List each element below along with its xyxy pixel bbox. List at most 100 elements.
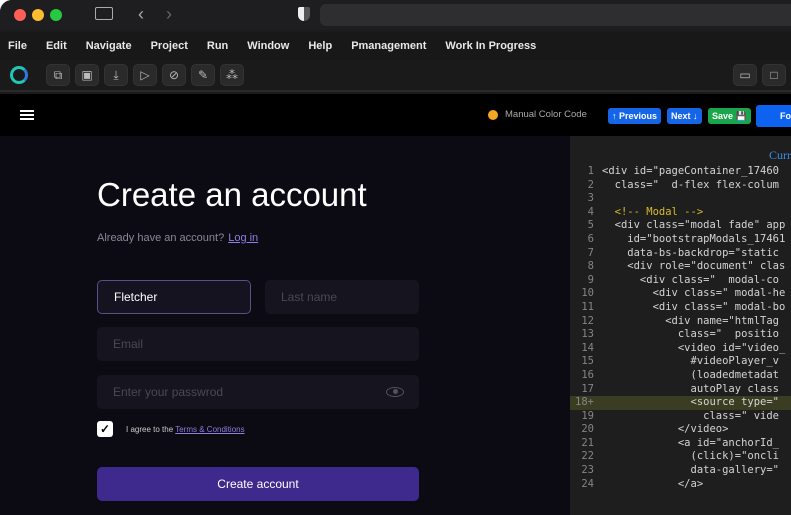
code-line: 8 <div role="document" clas xyxy=(570,260,791,274)
email-input[interactable]: Email xyxy=(97,327,419,361)
line-number: 8 xyxy=(587,260,594,273)
code-line: 4 <!-- Modal --> xyxy=(570,206,791,220)
code-line: 21 <a id="anchorId_ xyxy=(570,437,791,451)
code-line: 18+ <source type=" xyxy=(570,396,791,410)
line-text: </a> xyxy=(602,477,704,490)
save-icon[interactable]: ▣ xyxy=(75,64,99,86)
line-number: 18+ xyxy=(575,396,594,409)
login-prompt: Already have an account? Log in xyxy=(97,232,258,244)
line-text: (click)="oncli xyxy=(602,450,780,463)
agree-text: I agree to the xyxy=(126,425,174,434)
code-line: 6 id="bootstrapModals_17461 xyxy=(570,233,791,247)
menu-bar: File Edit Navigate Project Run Window He… xyxy=(0,32,791,60)
line-text: class=" vide xyxy=(602,409,780,422)
code-line: 1 <div id="pageContainer_17460 xyxy=(570,165,791,179)
menu-project[interactable]: Project xyxy=(151,40,188,52)
line-text: #videoPlayer_v xyxy=(602,355,780,368)
line-number: 11 xyxy=(581,300,594,313)
line-number: 16 xyxy=(581,368,594,381)
code-line: 16 (loadedmetadat xyxy=(570,369,791,383)
stop-icon[interactable]: ⊘ xyxy=(162,64,186,86)
eye-icon[interactable] xyxy=(386,387,404,397)
line-text: class=" positio xyxy=(602,328,780,341)
line-text: <div name="htmlTag xyxy=(602,314,780,327)
address-bar[interactable] xyxy=(320,4,791,26)
code-panel-header: Curr xyxy=(769,148,791,162)
manual-color-label: Manual Color Code xyxy=(505,109,587,120)
first-name-input[interactable]: Fletcher xyxy=(97,280,251,314)
code-line: 14 <video id="video_ xyxy=(570,342,791,356)
line-text: autoPlay class xyxy=(602,382,780,395)
components-icon[interactable]: ⁂ xyxy=(220,64,244,86)
app-logo-icon xyxy=(10,66,28,84)
save-button[interactable]: Save 💾 xyxy=(708,108,751,124)
copy-icon[interactable]: ⧉ xyxy=(46,64,70,86)
next-button[interactable]: Next ↓ xyxy=(667,108,702,124)
minimize-window-button[interactable] xyxy=(32,9,44,21)
download-icon[interactable]: ⤓ xyxy=(104,64,128,86)
line-number: 14 xyxy=(581,341,594,354)
previous-button[interactable]: ↑ Previous xyxy=(608,108,662,124)
code-line: 19 class=" vide xyxy=(570,410,791,424)
line-text: <a id="anchorId_ xyxy=(602,436,780,449)
zoom-window-button[interactable] xyxy=(50,9,62,21)
line-text: <!-- Modal --> xyxy=(602,205,704,218)
menu-navigate[interactable]: Navigate xyxy=(86,40,132,52)
fo-button[interactable]: Fo xyxy=(756,105,791,127)
line-number: 3 xyxy=(587,192,594,205)
login-link[interactable]: Log in xyxy=(228,232,258,244)
line-number: 10 xyxy=(581,287,594,300)
line-number: 4 xyxy=(587,205,594,218)
line-text: (loadedmetadat xyxy=(602,368,780,381)
forward-icon[interactable]: › xyxy=(166,5,172,23)
code-line: 12 <div name="htmlTag xyxy=(570,315,791,329)
sidebar-toggle-icon[interactable] xyxy=(95,7,113,20)
menu-file[interactable]: File xyxy=(8,40,27,52)
line-number: 22 xyxy=(581,450,594,463)
line-text: <video id="video_ xyxy=(602,341,786,354)
terms-link[interactable]: Terms & Conditions xyxy=(175,425,244,434)
shield-icon[interactable] xyxy=(298,7,310,21)
code-line: 10 <div class=" modal-he xyxy=(570,287,791,301)
line-text: </video> xyxy=(602,423,729,436)
edit-icon[interactable]: ✎ xyxy=(191,64,215,86)
play-icon[interactable]: ▷ xyxy=(133,64,157,86)
line-number: 5 xyxy=(587,219,594,232)
app-window: ‹ › File Edit Navigate Project Run Windo… xyxy=(0,0,791,515)
last-name-input[interactable]: Last name xyxy=(265,280,419,314)
line-text: <div class=" modal-bo xyxy=(602,300,786,313)
square-icon[interactable]: □ xyxy=(762,64,786,86)
page-title: Create an account xyxy=(97,176,367,213)
code-line: 24 </a> xyxy=(570,478,791,492)
menu-run[interactable]: Run xyxy=(207,40,228,52)
back-icon[interactable]: ‹ xyxy=(138,5,144,23)
password-input[interactable]: Enter your passwrod xyxy=(97,375,419,409)
line-text: class=" d-flex flex-colum xyxy=(602,178,780,191)
close-window-button[interactable] xyxy=(14,9,26,21)
menu-pmanagement[interactable]: Pmanagement xyxy=(351,40,426,52)
menu-edit[interactable]: Edit xyxy=(46,40,67,52)
code-line: 7 data-bs-backdrop="static xyxy=(570,247,791,261)
menu-work-in-progress[interactable]: Work In Progress xyxy=(445,40,536,52)
code-line: 23 data-gallery=" xyxy=(570,464,791,478)
create-account-button[interactable]: Create account xyxy=(97,467,419,501)
laptop-icon[interactable]: ▭ xyxy=(733,64,757,86)
code-line: 2 class=" d-flex flex-colum xyxy=(570,179,791,193)
line-number: 17 xyxy=(581,382,594,395)
code-editor[interactable]: 1 <div id="pageContainer_17460 2 class=" d… xyxy=(570,165,791,491)
hamburger-menu-icon[interactable] xyxy=(20,110,34,120)
line-number: 23 xyxy=(581,464,594,477)
line-number: 7 xyxy=(587,246,594,259)
code-line: 17 autoPlay class xyxy=(570,383,791,397)
code-line: 22 (click)="oncli xyxy=(570,450,791,464)
line-text: <div class="modal fade" app xyxy=(602,219,786,232)
menu-help[interactable]: Help xyxy=(308,40,332,52)
line-number: 19 xyxy=(581,409,594,422)
terms-checkbox[interactable]: ✓ xyxy=(97,421,113,437)
menu-window[interactable]: Window xyxy=(247,40,289,52)
line-text: <div class=" modal-he xyxy=(602,287,786,300)
line-text: id="bootstrapModals_17461 xyxy=(602,232,786,245)
line-number: 6 xyxy=(587,232,594,245)
code-line: 11 <div class=" modal-bo xyxy=(570,301,791,315)
code-line: 13 class=" positio xyxy=(570,328,791,342)
